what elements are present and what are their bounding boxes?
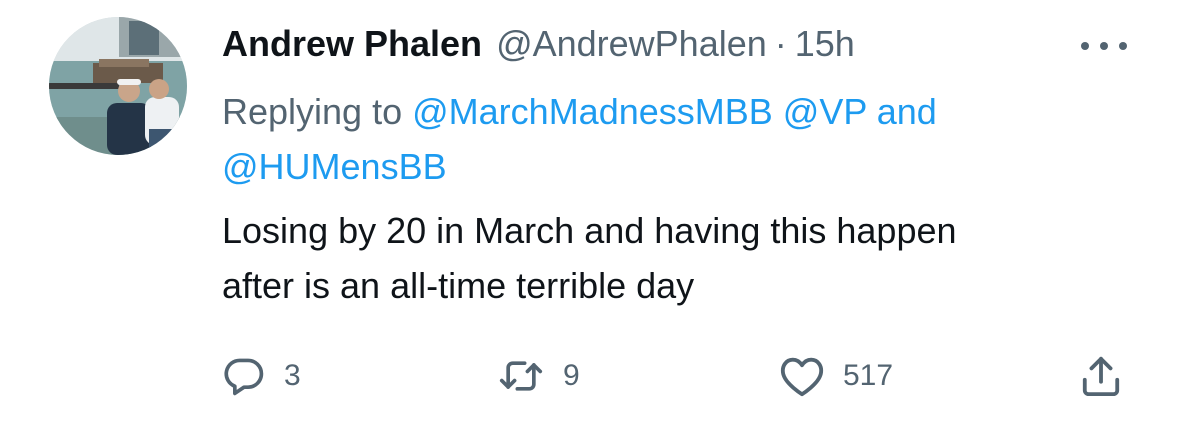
replying-to-line: Replying to @MarchMadnessMBB @VP and @HU… [222,84,1122,194]
share-button[interactable] [1080,350,1122,402]
user-handle[interactable]: @AndrewPhalen [496,20,767,68]
like-count: 517 [843,359,894,392]
mention-link[interactable]: @MarchMadnessMBB [412,91,773,132]
avatar[interactable] [49,17,187,155]
display-name[interactable]: Andrew Phalen [222,20,482,68]
more-horizontal-icon-dot [1100,42,1108,50]
tweet-timestamp[interactable]: 15h [795,20,855,68]
reply-count: 3 [284,359,301,392]
more-horizontal-icon [1081,42,1089,50]
more-horizontal-icon-dot [1119,42,1127,50]
mention-link[interactable]: @VP [783,91,867,132]
retweet-button[interactable]: 9 [497,350,580,402]
like-button[interactable]: 517 [779,350,893,402]
and-word: and [876,91,937,132]
heart-icon [780,357,824,397]
tweet-text-line: Losing by 20 in March and having this ha… [222,210,957,251]
retweet-icon [499,361,543,391]
replying-to-label: Replying to [222,91,403,132]
reply-bubble-icon [224,358,264,396]
tweet-header: Andrew Phalen @AndrewPhalen · 15h [222,20,855,68]
share-upload-icon [1082,356,1120,397]
mention-link[interactable]: @HUMensBB [222,146,447,187]
retweet-count: 9 [563,359,580,392]
tweet-actions-bar: 3 9 517 [0,350,1179,402]
header-separator: · [774,23,787,64]
tweet-text-line: after is an all-time terrible day [222,265,695,306]
more-options-button[interactable] [1081,28,1127,64]
tweet-card[interactable]: Andrew Phalen @AndrewPhalen · 15h Replyi… [0,0,1179,424]
reply-button[interactable]: 3 [222,350,301,402]
tweet-text: Losing by 20 in March and having this ha… [222,203,1142,313]
